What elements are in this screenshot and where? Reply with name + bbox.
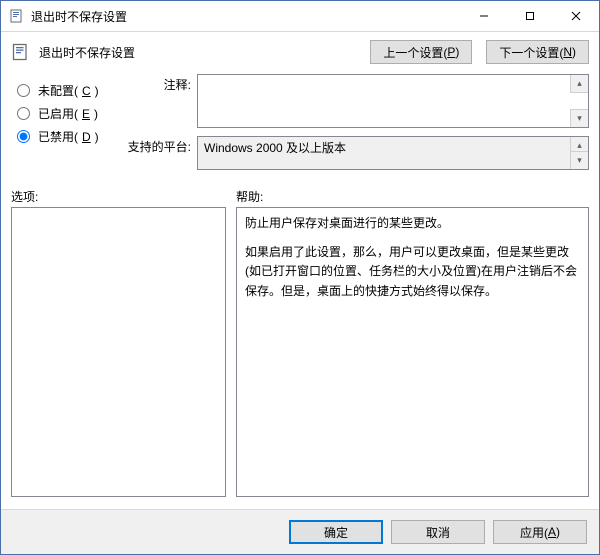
options-pane [11,207,226,497]
radio-enabled-input[interactable] [17,107,30,120]
platform-value: Windows 2000 及以上版本 [204,141,346,155]
radio-label: 已启用( [38,105,78,122]
policy-name: 退出时不保存设置 [39,44,135,61]
next-setting-button[interactable]: 下一个设置(N) [486,40,589,64]
button-label-close: ) [556,525,560,539]
comment-row: 注释: ▴ ▾ [121,74,589,128]
button-label-close: ) [455,45,459,59]
radio-not-configured[interactable]: 未配置( C) [11,82,121,99]
radio-label-close: ) [94,107,98,121]
radio-accel: D [82,130,91,144]
cancel-button[interactable]: 取消 [391,520,485,544]
scroll-up-icon[interactable]: ▴ [570,75,588,93]
platform-label: 支持的平台: [121,136,197,155]
pane-labels: 选项: 帮助: [1,188,599,207]
minimize-button[interactable] [461,1,507,31]
state-radio-group: 未配置( C) 已启用( E) 已禁用( D) [11,74,121,178]
config-area: 未配置(C) 已启用(E) 已禁用(D) 注释: ▴ ▾ 支持的平台 [1,70,599,188]
dialog-window: 退出时不保存设置 退出时不保存设置 上一个设置(P) 下一个设置(N) [0,0,600,555]
radio-label: 已禁用( [38,128,78,145]
comment-input[interactable]: ▴ ▾ [197,74,589,128]
options-label: 选项: [11,188,236,205]
button-accel: A [548,525,556,539]
button-label: 取消 [426,524,450,541]
help-pane: 防止用户保存对桌面进行的某些更改。 如果启用了此设置，那么，用户可以更改桌面，但… [236,207,589,497]
comment-label: 注释: [121,74,197,93]
button-label: 应用( [520,524,548,541]
button-label: 确定 [324,524,348,541]
help-text: 防止用户保存对桌面进行的某些更改。 [245,214,580,233]
scroll-down-icon[interactable]: ▾ [570,151,588,169]
button-label: 下一个设置( [499,44,563,61]
apply-button[interactable]: 应用(A) [493,520,587,544]
radio-disabled[interactable]: 已禁用( D) [11,128,121,145]
button-label: 上一个设置( [383,44,447,61]
radio-disabled-input[interactable] [17,130,30,143]
app-icon [9,8,25,24]
dialog-button-bar: 确定 取消 应用(A) [1,509,599,554]
header-row: 退出时不保存设置 上一个设置(P) 下一个设置(N) [1,32,599,70]
window-title: 退出时不保存设置 [31,8,127,25]
maximize-button[interactable] [507,1,553,31]
button-accel: P [447,45,455,59]
radio-label-close: ) [95,84,99,98]
radio-accel: C [82,84,91,98]
supported-platform-box: Windows 2000 及以上版本 ▴ ▾ [197,136,589,170]
policy-icon [11,42,31,62]
previous-setting-button[interactable]: 上一个设置(P) [370,40,472,64]
close-button[interactable] [553,1,599,31]
scroll-down-icon[interactable]: ▾ [570,109,588,127]
platform-row: 支持的平台: Windows 2000 及以上版本 ▴ ▾ [121,136,589,170]
button-accel: N [563,45,572,59]
ok-button[interactable]: 确定 [289,520,383,544]
button-label-close: ) [572,45,576,59]
radio-label-close: ) [95,130,99,144]
help-label: 帮助: [236,188,589,205]
radio-enabled[interactable]: 已启用( E) [11,105,121,122]
radio-accel: E [82,107,90,121]
help-text: 如果启用了此设置，那么，用户可以更改桌面，但是某些更改(如已打开窗口的位置、任务… [245,243,580,301]
radio-label: 未配置( [38,82,78,99]
radio-not-configured-input[interactable] [17,84,30,97]
titlebar: 退出时不保存设置 [1,1,599,32]
fields-column: 注释: ▴ ▾ 支持的平台: Windows 2000 及以上版本 ▴ ▾ [121,74,589,178]
split-panes: 防止用户保存对桌面进行的某些更改。 如果启用了此设置，那么，用户可以更改桌面，但… [1,207,599,509]
